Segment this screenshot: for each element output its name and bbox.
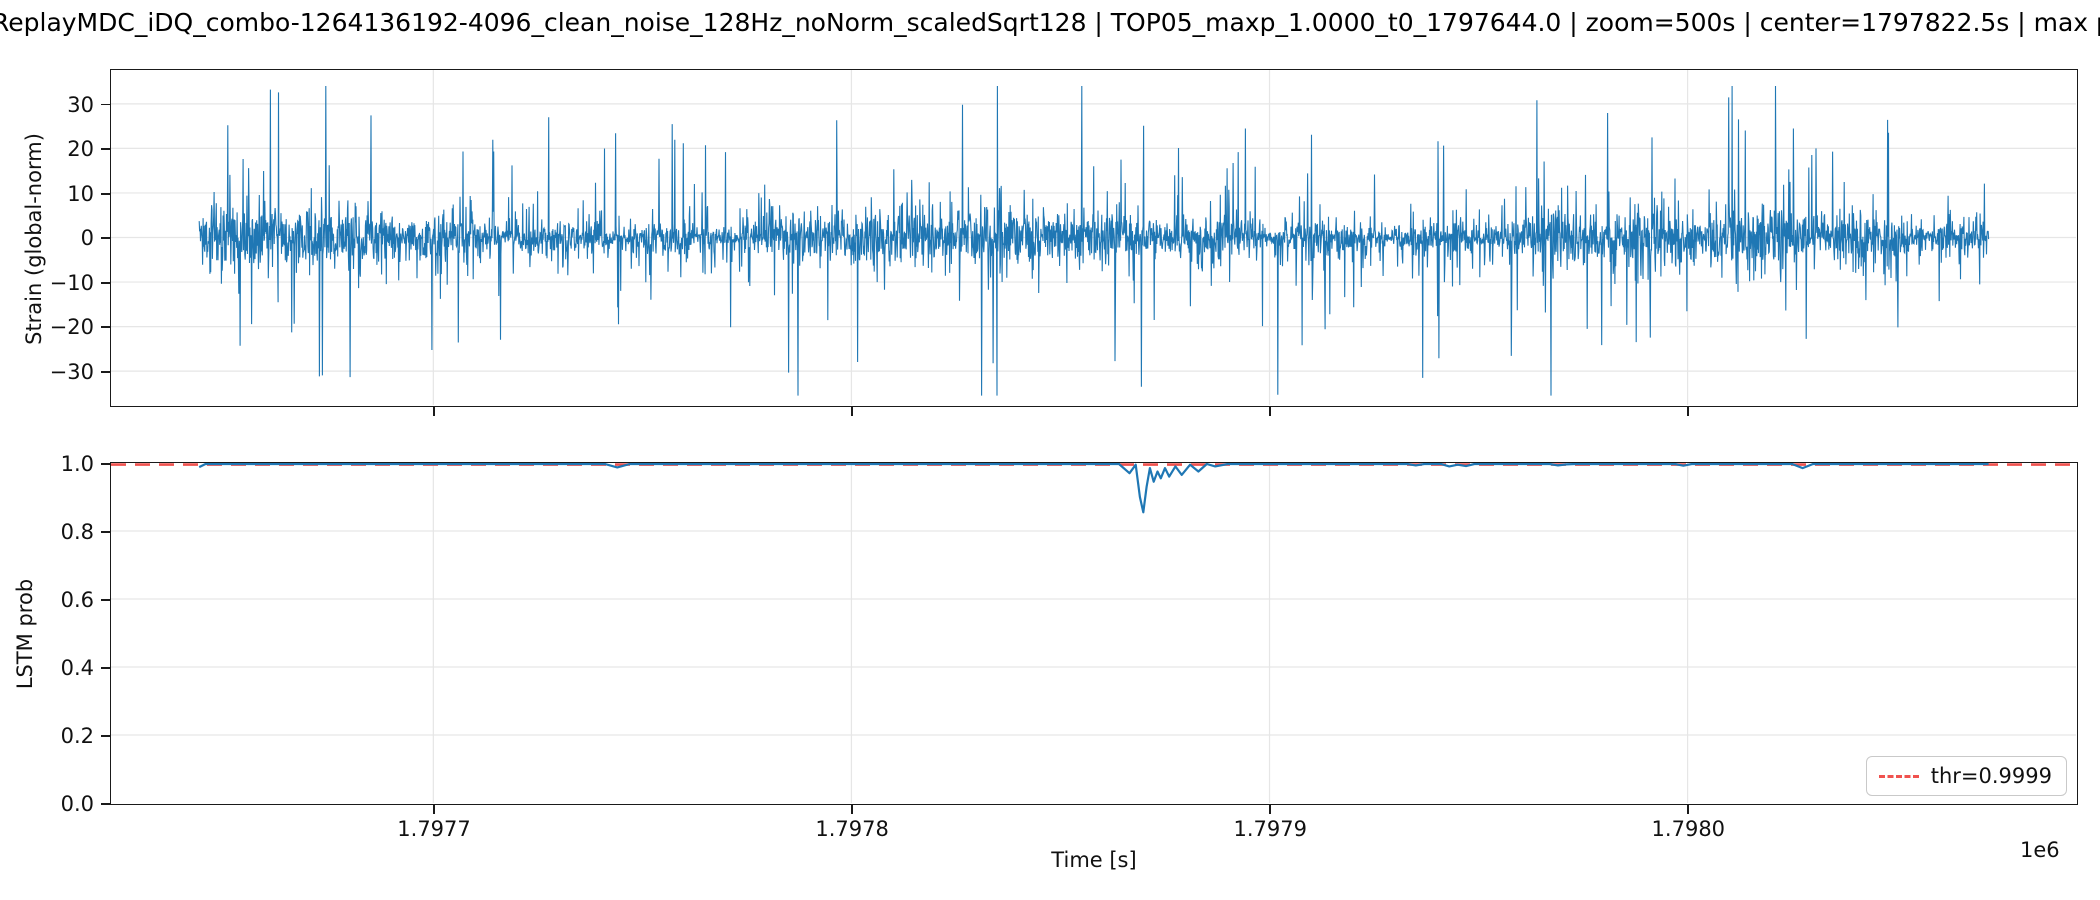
x-tick-label: 1.7979: [1233, 817, 1307, 841]
y-tick-label: 20: [67, 137, 94, 162]
y-tick-label: 0.0: [60, 791, 94, 816]
strain-plot-area: [110, 69, 2078, 407]
y-tick-mark: [101, 802, 110, 805]
legend: thr=0.9999: [1865, 756, 2067, 796]
x-tick-mark: [1687, 805, 1690, 814]
y-tick-mark: [101, 148, 110, 150]
prob-y-axis-label: LSTM prob: [13, 578, 37, 690]
x-tick-mark: [433, 407, 435, 416]
y-tick-label: −20: [49, 315, 94, 340]
y-tick-label: 1.0: [60, 451, 94, 476]
figure: ReplayMDC_iDQ_combo-1264136192-4096_clea…: [0, 0, 2100, 900]
strain-trace: [111, 70, 2076, 405]
y-tick-mark: [101, 326, 110, 329]
lstm-prob-trace: [111, 463, 2076, 803]
y-tick-mark: [101, 371, 110, 373]
x-tick-mark: [1269, 407, 1272, 416]
x-tick-mark: [851, 407, 854, 416]
x-tick-mark: [1687, 407, 1690, 416]
lstm-prob-plot-area: thr=0.9999: [110, 462, 2078, 805]
y-tick-mark: [101, 530, 110, 533]
y-tick-mark: [101, 281, 110, 284]
y-tick-mark: [101, 462, 110, 465]
x-axis-offset-label: 1e6: [2020, 838, 2060, 862]
x-tick-label: 1.7980: [1651, 817, 1726, 841]
y-tick-mark: [101, 237, 110, 240]
y-tick-label: 10: [67, 181, 94, 206]
threshold-dash-swatch: [1878, 774, 1919, 778]
y-tick-mark: [101, 734, 110, 737]
x-tick-mark: [1269, 805, 1272, 814]
figure-title: ReplayMDC_iDQ_combo-1264136192-4096_clea…: [0, 8, 2100, 37]
y-tick-label: 0.4: [60, 655, 94, 680]
y-tick-mark: [101, 192, 110, 195]
x-axis-label: Time [s]: [1051, 848, 1137, 872]
x-tick-label: 1.7977: [397, 817, 471, 841]
y-tick-label: 0.6: [60, 587, 94, 612]
y-tick-mark: [101, 666, 110, 669]
x-tick-mark: [433, 805, 435, 814]
y-tick-label: 0.8: [60, 519, 94, 544]
legend-label: thr=0.9999: [1930, 764, 2052, 788]
y-tick-label: 30: [67, 92, 94, 117]
y-tick-mark: [101, 598, 110, 601]
y-tick-mark: [101, 103, 110, 106]
y-tick-label: −30: [49, 359, 94, 384]
x-tick-label: 1.7978: [815, 817, 889, 841]
x-tick-mark: [851, 805, 854, 814]
y-tick-label: −10: [49, 270, 94, 295]
y-tick-label: 0: [80, 226, 94, 251]
y-tick-label: 0.2: [60, 723, 94, 748]
